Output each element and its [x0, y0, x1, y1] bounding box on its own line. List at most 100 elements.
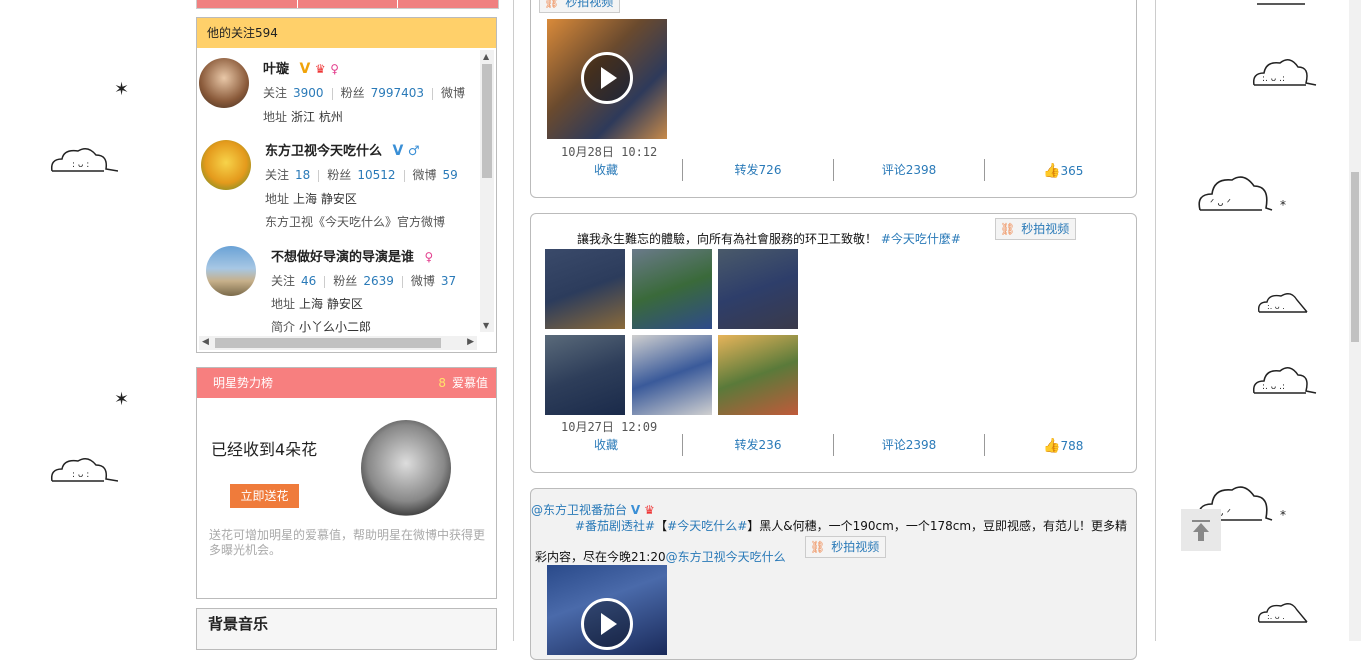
- following-item[interactable]: 不想做好导演的导演是谁 ♀ 关注 46 粉丝 2639 微博 37 地址 上海 静安区 简介…: [197, 234, 477, 334]
- mention-link[interactable]: @东方卫视今天吃什么: [666, 550, 786, 564]
- fans-count[interactable]: 10512: [357, 168, 395, 182]
- addr-value: 上海 静安区: [299, 297, 363, 311]
- post-image[interactable]: [718, 249, 798, 329]
- like-count[interactable]: 365: [1060, 164, 1083, 178]
- female-icon: ♀: [330, 62, 340, 76]
- fans-count[interactable]: 2639: [363, 274, 394, 288]
- star-avatar[interactable]: [361, 420, 451, 516]
- link-icon: ⛓: [810, 540, 826, 554]
- post-image[interactable]: [632, 335, 712, 415]
- top-tab-strip: [196, 0, 499, 9]
- following-stats: 关注 3900 粉丝 7997403 微博: [263, 84, 465, 101]
- following-address: 地址 上海 静安区: [265, 190, 357, 207]
- like-button[interactable]: 👍365: [1043, 163, 1083, 179]
- feed-post: 讓我永生難忘的體驗，向所有為社會服務的环卫工致敬！ #今天吃什麼# ⛓ 秒拍视频 …: [530, 213, 1137, 473]
- weibo-label: 微博: [412, 168, 437, 182]
- comment-button[interactable]: 评论2398: [834, 159, 984, 181]
- background-music-title: 背景音乐: [208, 615, 269, 633]
- post-time[interactable]: 10月28日 10:12: [561, 143, 657, 160]
- arrow-up-icon: [1192, 520, 1210, 541]
- repost-button[interactable]: 转发726: [683, 159, 833, 181]
- admiration-label: 爱慕值: [451, 376, 488, 390]
- scrollbar-thumb[interactable]: [482, 64, 492, 178]
- post-image[interactable]: [545, 249, 625, 329]
- star-power-title[interactable]: 明星势力榜: [213, 368, 273, 398]
- like-button[interactable]: 👍788: [1043, 438, 1083, 454]
- hashtag-link[interactable]: #番茄剧透社#: [575, 519, 655, 533]
- addr-label: 地址: [265, 192, 290, 206]
- post-text-body: 彩内容，尽在今晚21:20: [535, 550, 666, 564]
- post-image[interactable]: [718, 335, 798, 415]
- hashtag-link[interactable]: #今天吃什么#: [667, 519, 747, 533]
- scroll-left-icon[interactable]: ◀: [202, 337, 209, 347]
- video-tag-button[interactable]: ⛓ 秒拍视频: [539, 0, 621, 13]
- comment-button[interactable]: 评论2398: [834, 434, 984, 456]
- following-address: 地址 上海 静安区: [271, 295, 363, 312]
- post-author-line: @东方卫视番茄台 V ♛: [531, 501, 655, 518]
- post-image[interactable]: [632, 249, 712, 329]
- collect-button[interactable]: 收藏: [531, 434, 681, 456]
- video-tag-label[interactable]: 秒拍视频: [831, 540, 879, 554]
- hashtag-link[interactable]: #今天吃什麼#: [881, 232, 961, 246]
- star-power-panel: 明星势力榜 8 爱慕值 已经收到4朵花 立即送花 送花可增加明星的爱慕值，帮助明星…: [196, 367, 497, 599]
- flowers-received-text: 已经收到4朵花: [211, 440, 318, 459]
- video-tag-label[interactable]: 秒拍视频: [565, 0, 613, 9]
- admiration-count: 8: [438, 376, 446, 390]
- post-text-bracket: 【: [655, 519, 668, 533]
- following-item[interactable]: 东方卫视今天吃什么 V ♂ 关注 18 粉丝 10512 微博 59 地址 上海 静安区 东…: [197, 130, 477, 230]
- video-tag-button[interactable]: ⛓ 秒拍视频: [995, 218, 1077, 240]
- admiration-value: 8 爱慕值: [438, 368, 488, 398]
- avatar[interactable]: [206, 246, 256, 296]
- video-thumbnail[interactable]: [547, 565, 667, 655]
- following-name[interactable]: 叶璇 V ♛ ♀: [263, 58, 339, 77]
- send-flower-button[interactable]: 立即送花: [230, 484, 299, 508]
- post-time[interactable]: 10月27日 12:09: [561, 418, 657, 435]
- post-text-body: 讓我永生難忘的體驗，向所有為社會服務的环卫工致敬！: [577, 232, 878, 246]
- author-link[interactable]: @东方卫视番茄台: [531, 503, 627, 517]
- fans-label: 粉丝: [327, 168, 352, 182]
- background-music-panel: 背景音乐: [196, 608, 497, 650]
- post-image[interactable]: [545, 335, 625, 415]
- follow-count[interactable]: 18: [295, 168, 310, 182]
- play-icon[interactable]: [581, 52, 633, 104]
- collect-button[interactable]: 收藏: [531, 159, 681, 181]
- video-tag-label[interactable]: 秒拍视频: [1021, 222, 1069, 236]
- scrollbar-thumb[interactable]: [1351, 172, 1359, 342]
- following-name-text[interactable]: 不想做好导演的导演是谁: [271, 250, 414, 265]
- addr-label: 地址: [263, 110, 288, 124]
- following-name[interactable]: 不想做好导演的导演是谁 ♀: [271, 246, 433, 265]
- like-count[interactable]: 788: [1060, 439, 1083, 453]
- page-scrollbar[interactable]: [1349, 0, 1361, 641]
- scroll-right-icon[interactable]: ▶: [467, 337, 474, 347]
- left-sidebar: 他的关注594 叶璇 V ♛ ♀ 关注 3900 粉丝 7997403 微博 地址 浙江 …: [196, 0, 499, 650]
- following-vertical-scrollbar[interactable]: ▲ ▼: [480, 50, 494, 332]
- play-icon[interactable]: [581, 598, 633, 650]
- back-to-top-button[interactable]: [1181, 509, 1221, 551]
- follow-label: 关注: [271, 274, 296, 288]
- avatar[interactable]: [199, 58, 249, 108]
- fans-label: 粉丝: [340, 86, 365, 100]
- weibo-count[interactable]: 37: [441, 274, 456, 288]
- repost-button[interactable]: 转发236: [683, 434, 833, 456]
- weibo-count[interactable]: 59: [443, 168, 458, 182]
- link-icon: ⛓: [1000, 222, 1016, 236]
- following-name[interactable]: 东方卫视今天吃什么 V ♂: [265, 140, 420, 159]
- following-name-text[interactable]: 东方卫视今天吃什么: [265, 144, 382, 159]
- video-thumbnail[interactable]: [547, 19, 667, 139]
- scrollbar-thumb[interactable]: [215, 338, 441, 348]
- following-item[interactable]: 叶璇 V ♛ ♀ 关注 3900 粉丝 7997403 微博 地址 浙江 杭州: [197, 48, 477, 128]
- following-name-text[interactable]: 叶璇: [263, 62, 289, 77]
- video-tag-button[interactable]: ⛓ 秒拍视频: [805, 536, 887, 558]
- follow-count[interactable]: 3900: [293, 86, 324, 100]
- verified-blue-icon: V: [630, 503, 641, 517]
- crown-icon: ♛: [643, 503, 655, 517]
- fans-count[interactable]: 7997403: [371, 86, 424, 100]
- scroll-up-icon[interactable]: ▲: [483, 52, 489, 61]
- follow-count[interactable]: 46: [301, 274, 316, 288]
- following-horizontal-scrollbar[interactable]: ◀ ▶: [199, 336, 477, 350]
- star-doodle: *: [1280, 198, 1286, 212]
- star-power-description: 送花可增加明星的爱慕值，帮助明星在微博中获得更多曝光机会。: [209, 528, 486, 557]
- star-doodle: *: [1280, 508, 1286, 522]
- avatar[interactable]: [201, 140, 251, 190]
- scroll-down-icon[interactable]: ▼: [483, 321, 489, 330]
